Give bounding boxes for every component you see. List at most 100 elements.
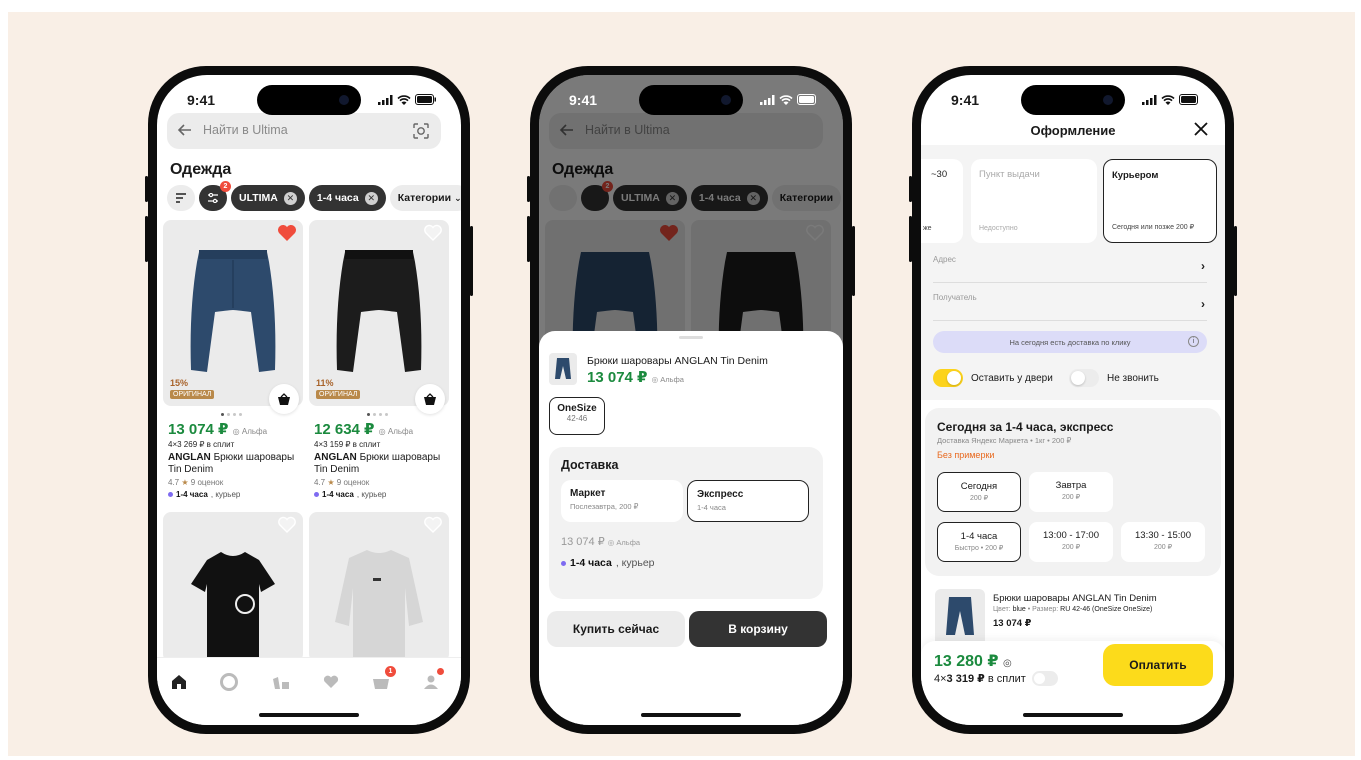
slot-price: 200 ₽ — [1153, 544, 1173, 551]
dynamic-island — [1021, 85, 1125, 115]
tab-cart[interactable]: 1 — [369, 666, 396, 694]
product-name[interactable]: ANGLAN Брюки шаровары Tin Denim — [168, 452, 300, 476]
delivery-info: 1-4 часа, курьер — [168, 490, 240, 499]
slot-13-30-15[interactable]: 13:30 - 15:00 200 ₽ — [1121, 522, 1205, 562]
product-name[interactable]: ANGLAN Брюки шаровары Tin Denim — [314, 452, 446, 476]
tab-catalog[interactable] — [269, 670, 293, 694]
sort-chip[interactable] — [167, 185, 195, 211]
buy-now-button[interactable]: Купить сейчас — [547, 611, 685, 647]
method-card-courier[interactable]: Курьером Сегодня или позже 200 ₽ — [1103, 159, 1217, 243]
camera-search-icon[interactable] — [411, 121, 431, 141]
chip-delivery-time[interactable]: 1-4 часа ✕ — [308, 185, 386, 211]
promo-text: На сегодня есть доставка по клику — [1009, 337, 1131, 347]
screen-sheet: 9:41 Найти в Ultima Одежда 2 ULTIMA✕ 1-4… — [539, 75, 843, 725]
stage-background: 9:41 Найти в Ultima Одежда 2 ULTIMA ✕ 1-… — [8, 12, 1355, 756]
slot-today[interactable]: Сегодня 200 ₽ — [937, 472, 1021, 512]
size-label: OneSize — [557, 403, 597, 414]
home-indicator — [641, 713, 741, 717]
split-payment: 4×3 269 ₽ в сплит — [168, 440, 235, 449]
add-to-cart-button[interactable] — [269, 384, 299, 414]
wifi-icon — [779, 94, 793, 105]
switch-on[interactable] — [933, 369, 963, 387]
remove-chip-icon[interactable]: ✕ — [364, 191, 378, 205]
pay-button[interactable]: Оплатить — [1103, 644, 1213, 686]
image-pager-dots — [221, 413, 242, 416]
slot-price: 200 ₽ — [1061, 544, 1081, 551]
info-icon[interactable]: i — [1188, 336, 1199, 347]
delivery-option-market[interactable]: Маркет Послезавтра, 200 ₽ — [561, 480, 683, 522]
add-to-cart-button[interactable]: В корзину — [689, 611, 827, 647]
order-total: 13 280 ₽ ◎ — [934, 653, 1012, 670]
express-warning: Без примерки — [937, 450, 995, 460]
close-icon[interactable] — [1193, 121, 1209, 137]
product-image[interactable] — [163, 512, 303, 662]
switch-off[interactable] — [1069, 369, 1099, 387]
chip-label: 1-4 часа — [316, 192, 359, 204]
product-image[interactable] — [309, 512, 449, 662]
original-badge: ОРИГИНАЛ — [170, 390, 215, 399]
heart-filled-icon[interactable] — [277, 224, 297, 242]
size-option-onesize[interactable]: OneSize 42-46 — [549, 397, 605, 435]
method-title: Курьером — [1112, 170, 1159, 181]
method-sub: же — [923, 225, 932, 232]
filter-chips: 2 ULTIMA ✕ 1-4 часа ✕ Категории ⌄ — [167, 181, 461, 211]
toggle-label: Не звонить — [1107, 372, 1159, 384]
slot-label: 1-4 часа — [960, 531, 998, 542]
product-rating: 4.7 ★ 9 оценок — [168, 478, 224, 487]
checkout-title: Оформление — [1030, 123, 1116, 138]
cart-item-name: Брюки шаровары ANGLAN Tin Denim — [993, 593, 1157, 604]
product-image[interactable]: 15% ОРИГИНАЛ — [163, 220, 303, 406]
product-photo-jeans-blue — [555, 358, 571, 379]
heart-outline-icon[interactable] — [277, 516, 297, 534]
wifi-icon — [397, 94, 411, 105]
tab-profile[interactable] — [419, 668, 444, 694]
chip-label: Категории — [397, 192, 452, 204]
cashback-icon: ◎ — [1002, 658, 1012, 669]
heart-outline-icon[interactable] — [423, 516, 443, 534]
sheet-grabber[interactable] — [679, 336, 703, 339]
split-toggle[interactable] — [1031, 671, 1058, 686]
promo-banner[interactable]: На сегодня есть доставка по клику i — [933, 331, 1207, 353]
method-card-partial[interactable]: ~30 же — [921, 159, 963, 243]
slot-1-4-hours[interactable]: 1-4 часа Быстро • 200 ₽ — [937, 522, 1021, 562]
slot-price: Быстро • 200 ₽ — [954, 545, 1004, 552]
add-to-cart-button[interactable] — [415, 384, 445, 414]
delivery-info: 1-4 часа, курьер — [314, 490, 386, 499]
slot-tomorrow[interactable]: Завтра 200 ₽ — [1029, 472, 1113, 512]
plus-ring-icon — [220, 673, 238, 691]
delivery-time-info: 1-4 часа, курьер — [561, 557, 655, 569]
product-image[interactable]: 11% ОРИГИНАЛ — [309, 220, 449, 406]
tab-home[interactable] — [167, 670, 191, 694]
filter-sliders-icon — [208, 193, 218, 203]
product-price: 12 634 ₽ ◎ Альфа — [314, 421, 414, 438]
remove-chip-icon[interactable]: ✕ — [283, 191, 297, 205]
chip-categories[interactable]: Категории ⌄ — [389, 185, 461, 211]
sheet-product-name: Брюки шаровары ANGLAN Tin Denim — [587, 355, 768, 367]
wifi-icon — [1161, 94, 1175, 105]
tab-favorites[interactable] — [319, 670, 343, 694]
heart-outline-icon[interactable] — [423, 224, 443, 242]
back-arrow-icon[interactable] — [177, 122, 193, 138]
bottom-sheet: Брюки шаровары ANGLAN Tin Denim 13 074 ₽… — [539, 331, 843, 725]
toggle-no-call[interactable]: Не звонить — [1069, 369, 1159, 387]
recipient-row[interactable]: Получатель › — [933, 285, 1207, 321]
tab-plus[interactable] — [217, 670, 241, 694]
chevron-right-icon: › — [1201, 259, 1205, 273]
option-name: Маркет — [570, 488, 606, 499]
search-placeholder: Найти в Ultima — [203, 123, 288, 137]
phone-product-sheet: 9:41 Найти в Ultima Одежда 2 ULTIMA✕ 1-4… — [527, 66, 855, 734]
catalog-icon — [273, 677, 289, 689]
method-card-pickup[interactable]: Пункт выдачи Недоступно — [971, 159, 1097, 243]
signal-icon — [378, 94, 393, 105]
filters-chip[interactable]: 2 — [199, 181, 231, 211]
profile-icon — [424, 675, 438, 689]
toggle-leave-at-door[interactable]: Оставить у двери — [933, 369, 1053, 387]
option-detail: 1-4 часа — [697, 503, 726, 512]
option-detail: Послезавтра, 200 ₽ — [570, 502, 639, 511]
delivery-option-express[interactable]: Экспресс 1-4 часа — [687, 480, 809, 522]
address-row[interactable]: Адрес › — [933, 247, 1207, 283]
slot-13-17[interactable]: 13:00 - 17:00 200 ₽ — [1029, 522, 1113, 562]
chip-ultima[interactable]: ULTIMA ✕ — [231, 185, 305, 211]
discount-label: 15% — [170, 378, 189, 388]
basket-icon — [424, 392, 436, 405]
